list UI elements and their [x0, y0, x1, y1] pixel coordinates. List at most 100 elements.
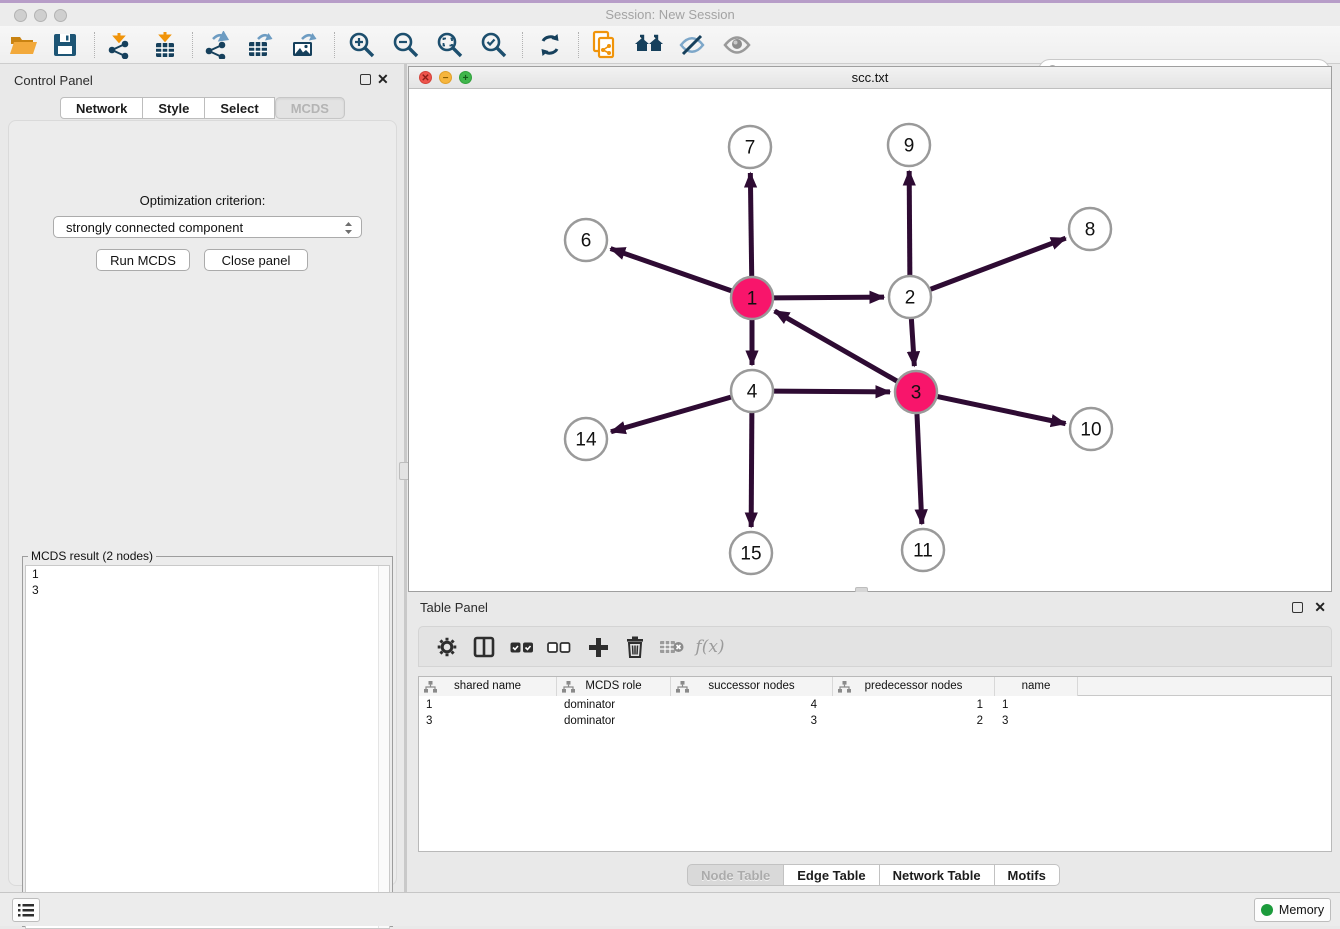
graph-node-9[interactable]: 9: [888, 124, 930, 166]
tab-style[interactable]: Style: [143, 97, 205, 119]
add-column-button[interactable]: [582, 632, 614, 662]
graph-edge-2-8[interactable]: [931, 238, 1066, 289]
duplicate-network-button[interactable]: [588, 30, 622, 60]
application-window: Session: New Session: [0, 0, 1340, 926]
home-network-button[interactable]: [632, 30, 666, 60]
tab-network[interactable]: Network: [60, 97, 143, 119]
export-image-button[interactable]: [288, 30, 322, 60]
import-table-icon: [151, 31, 179, 59]
deselect-all-button[interactable]: [543, 632, 575, 662]
column-header-label: MCDS role: [557, 680, 670, 692]
graph-edge-1-6[interactable]: [611, 249, 732, 291]
export-network-button[interactable]: [201, 30, 235, 60]
node-label: 8: [1085, 220, 1096, 241]
column-header-name[interactable]: name: [995, 677, 1078, 696]
zoom-in-icon: [347, 30, 377, 60]
import-network-button[interactable]: [102, 30, 136, 60]
network-canvas[interactable]: 1 2 3 4 6 7 8 9 10 11 14 15: [409, 89, 1331, 591]
table-cell[interactable]: dominator: [557, 697, 671, 713]
hide-selected-button[interactable]: [675, 30, 709, 60]
table-cell[interactable]: 1: [995, 697, 1078, 713]
mcds-result-box: MCDS result (2 nodes) 1 3: [22, 549, 393, 927]
close-panel-button[interactable]: Close panel: [204, 249, 308, 271]
table-panel-title: Table Panel: [420, 600, 488, 615]
graph-edge-3-1[interactable]: [775, 311, 897, 381]
table-cell[interactable]: 3: [671, 713, 833, 729]
float-table-panel-icon[interactable]: [1292, 602, 1303, 613]
table-row[interactable]: 1dominator411: [419, 697, 1331, 713]
graph-edge-4-14[interactable]: [611, 397, 731, 432]
table-row[interactable]: 3dominator323: [419, 713, 1331, 729]
column-header-MCDS-role[interactable]: MCDS role: [557, 677, 671, 696]
export-table-button[interactable]: [244, 30, 278, 60]
close-table-panel-icon[interactable]: ✕: [1314, 598, 1326, 616]
graph-node-4[interactable]: 4: [731, 370, 773, 412]
node-label: 14: [575, 430, 597, 451]
run-mcds-button[interactable]: Run MCDS: [96, 249, 190, 271]
graph-node-1[interactable]: 1: [731, 277, 773, 319]
memory-button[interactable]: Memory: [1254, 898, 1331, 922]
graph-node-2[interactable]: 2: [889, 276, 931, 318]
table-cell[interactable]: 3: [419, 713, 557, 729]
node-label: 4: [747, 382, 758, 403]
graph-node-8[interactable]: 8: [1069, 208, 1111, 250]
tab-motifs[interactable]: Motifs: [995, 864, 1060, 886]
mcds-result-list[interactable]: 1 3: [25, 565, 390, 929]
table-cell[interactable]: 2: [833, 713, 995, 729]
delete-column-button[interactable]: [619, 632, 651, 662]
task-history-button[interactable]: [12, 898, 40, 922]
zoom-out-button[interactable]: [389, 30, 423, 60]
delete-table-button[interactable]: [656, 632, 688, 662]
graph-node-11[interactable]: 11: [902, 529, 944, 571]
column-header-successor-nodes[interactable]: successor nodes: [671, 677, 833, 696]
graph-edge-3-10[interactable]: [938, 397, 1066, 424]
toggle-columns-button[interactable]: [468, 632, 500, 662]
tab-select[interactable]: Select: [205, 97, 274, 119]
graph-edge-1-7[interactable]: [750, 173, 751, 276]
show-all-button[interactable]: [720, 30, 754, 60]
float-panel-icon[interactable]: [360, 74, 371, 85]
graph-edge-3-11[interactable]: [917, 414, 922, 524]
criterion-dropdown[interactable]: strongly connected component: [53, 216, 362, 238]
graph-node-15[interactable]: 15: [730, 532, 772, 574]
graph-node-3[interactable]: 3: [895, 371, 937, 413]
select-all-button[interactable]: [506, 632, 538, 662]
table-cell[interactable]: dominator: [557, 713, 671, 729]
graph-node-6[interactable]: 6: [565, 219, 607, 261]
graph-node-7[interactable]: 7: [729, 126, 771, 168]
zoom-selected-button[interactable]: [477, 30, 511, 60]
table-cell[interactable]: 3: [995, 713, 1078, 729]
function-builder-button[interactable]: f(x): [694, 632, 726, 662]
column-header-predecessor-nodes[interactable]: predecessor nodes: [833, 677, 995, 696]
save-session-button[interactable]: [48, 30, 82, 60]
graph-edge-4-3[interactable]: [774, 391, 890, 392]
graph-edge-1-2[interactable]: [774, 297, 884, 298]
tab-mcds[interactable]: MCDS: [275, 97, 345, 119]
result-scrollbar[interactable]: [378, 566, 389, 928]
zoom-in-button[interactable]: [345, 30, 379, 60]
graph-node-10[interactable]: 10: [1070, 408, 1112, 450]
open-session-button[interactable]: [6, 30, 40, 60]
zoom-fit-button[interactable]: [433, 30, 467, 60]
column-header-shared-name[interactable]: shared name: [419, 677, 557, 696]
list-icon: [17, 902, 35, 918]
optimization-criterion-label: Optimization criterion:: [9, 193, 396, 208]
toolbar-separator: [578, 32, 579, 58]
graph-node-14[interactable]: 14: [565, 418, 607, 460]
refresh-layout-button[interactable]: [533, 30, 567, 60]
table-cell[interactable]: 4: [671, 697, 833, 713]
result-node: 1: [26, 566, 389, 582]
save-icon: [52, 32, 78, 58]
close-panel-icon[interactable]: ✕: [377, 70, 389, 88]
import-table-button[interactable]: [148, 30, 182, 60]
tab-edge-table[interactable]: Edge Table: [784, 864, 879, 886]
table-settings-button[interactable]: [431, 632, 463, 662]
graph-edge-2-3[interactable]: [911, 319, 914, 366]
graph-edge-2-9[interactable]: [909, 171, 910, 275]
table-cell[interactable]: 1: [419, 697, 557, 713]
tab-node-table[interactable]: Node Table: [687, 864, 784, 886]
tab-network-table[interactable]: Network Table: [880, 864, 995, 886]
table-cell[interactable]: 1: [833, 697, 995, 713]
graph-edge-4-15[interactable]: [751, 413, 752, 527]
node-label: 7: [745, 138, 756, 159]
